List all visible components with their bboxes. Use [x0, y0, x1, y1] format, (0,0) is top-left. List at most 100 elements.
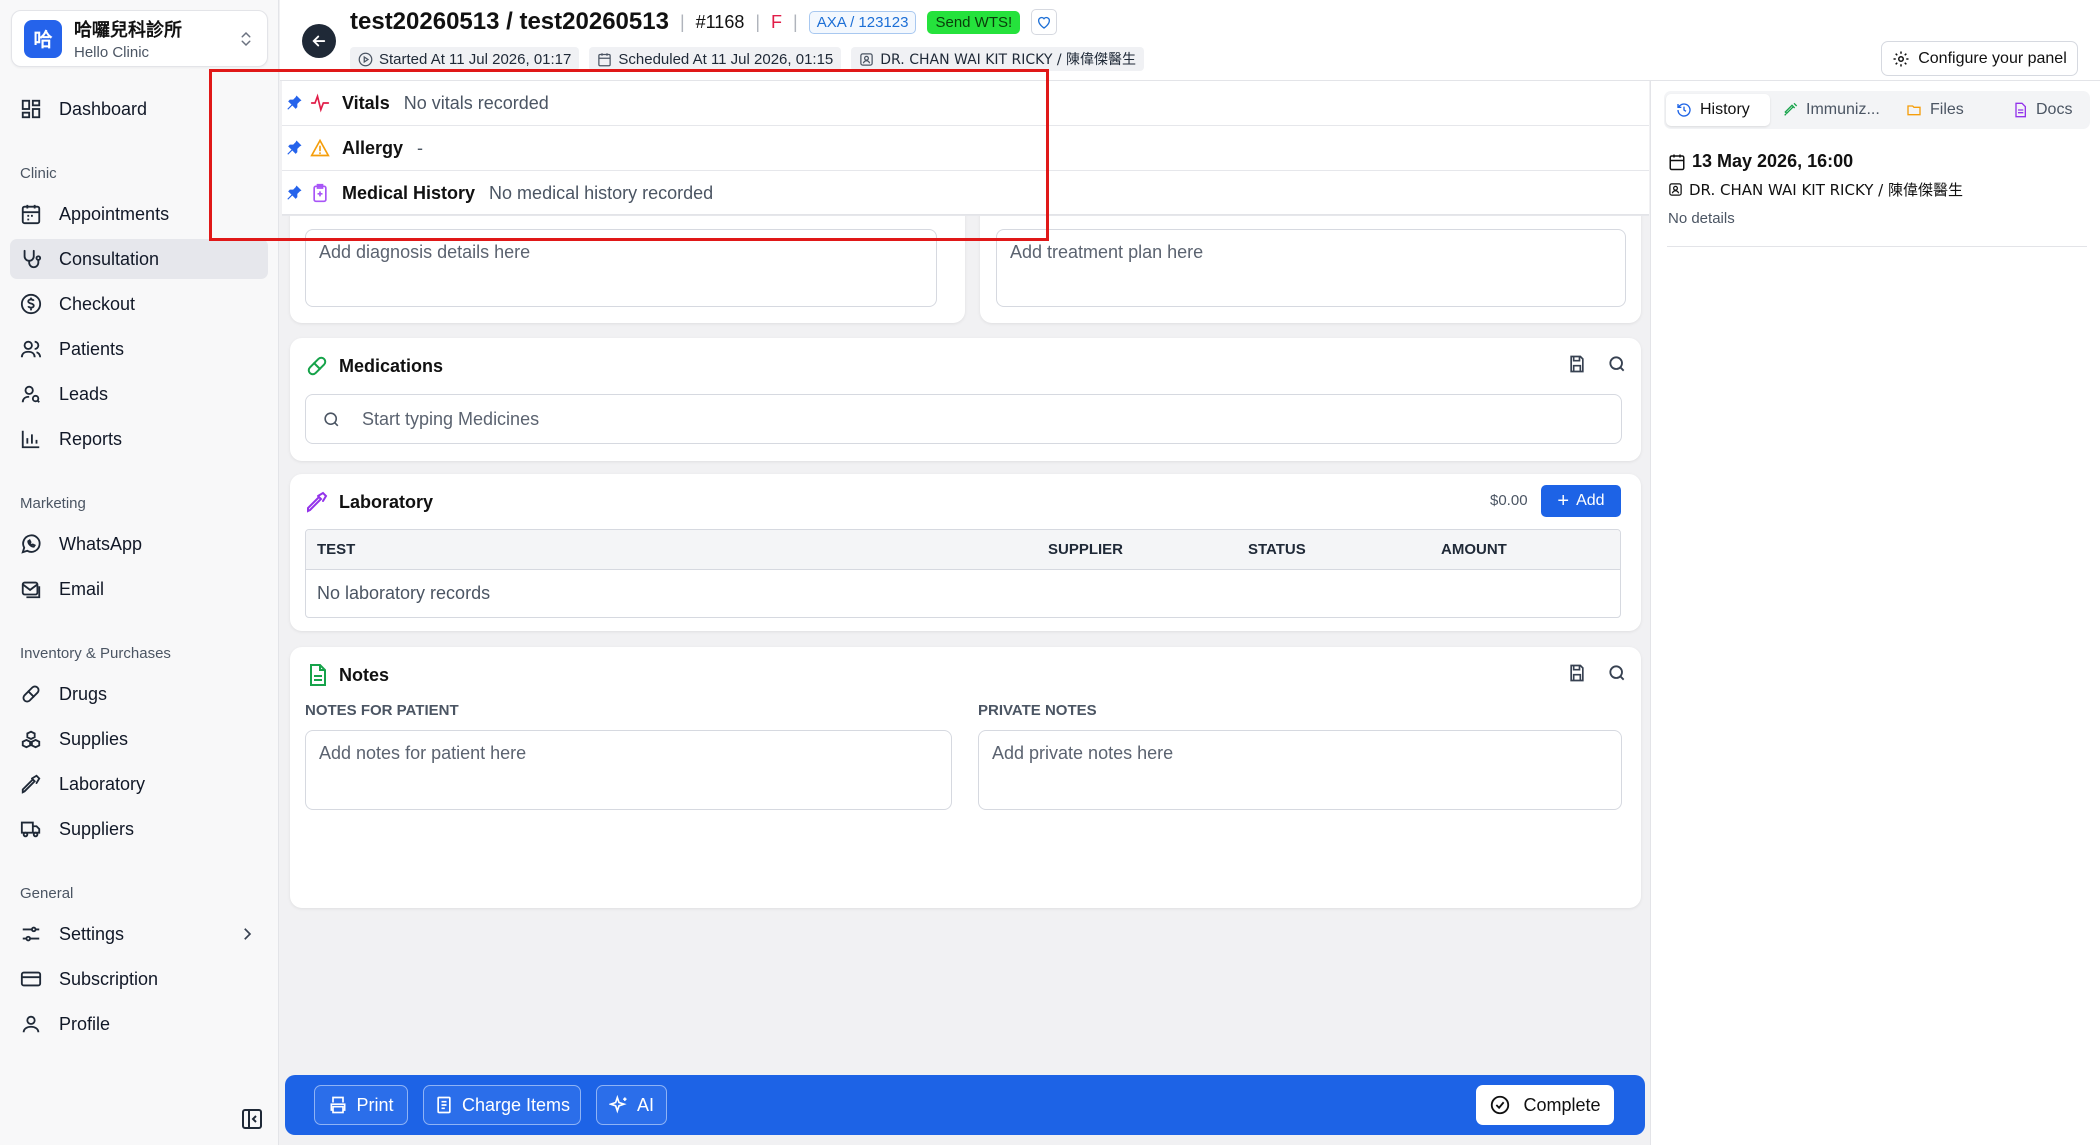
allergy-value: -: [417, 137, 424, 158]
bottom-action-bar: Print Charge Items AI Complete: [285, 1075, 1645, 1135]
treatment-input[interactable]: Add treatment plan here: [996, 229, 1626, 307]
pill-icon: [22, 685, 40, 703]
sidebar: 哈 哈囉兒科診所 Hello Clinic Dashboard Clinic A…: [0, 0, 279, 1145]
complete-label: Complete: [1523, 1094, 1601, 1115]
charge-items-button[interactable]: Charge Items: [423, 1085, 581, 1125]
sidebar-item-label: Supplies: [59, 728, 129, 749]
sidebar-item-patients[interactable]: Patients: [10, 329, 268, 369]
sidebar-item-supplies[interactable]: Supplies: [10, 719, 268, 759]
allergy-label: Allergy: [342, 137, 404, 158]
doctor-badge-icon: [1669, 183, 1682, 196]
save-icon[interactable]: [1567, 663, 1587, 683]
sidebar-item-label: Reports: [59, 428, 123, 449]
pinned-vitals-row[interactable]: Vitals No vitals recorded: [282, 81, 1649, 126]
sidebar-item-email[interactable]: Email: [10, 569, 268, 609]
sidebar-item-label: Profile: [59, 1013, 111, 1034]
sparkles-icon: [608, 1095, 627, 1114]
sidebar-item-label: Subscription: [59, 968, 159, 989]
laboratory-title: Laboratory: [339, 491, 434, 512]
insurance-badge[interactable]: AXA / 123123: [808, 10, 917, 34]
send-wts-button[interactable]: Send WTS!: [927, 10, 1021, 34]
favorite-button[interactable]: [1031, 9, 1058, 35]
doctor-badge-icon: [860, 52, 874, 66]
clinic-switcher[interactable]: 哈 哈囉兒科診所 Hello Clinic: [11, 10, 268, 67]
tab-immunizations[interactable]: Immuniz...: [1772, 94, 1890, 126]
laboratory-empty-message: No laboratory records: [317, 583, 491, 603]
user-icon: [22, 1015, 40, 1033]
consultation-header: test20260513 / test20260513 | #1168 | F …: [280, 0, 2100, 81]
search-icon[interactable]: [1607, 663, 1627, 683]
medicine-search-input[interactable]: Start typing Medicines: [305, 394, 1622, 444]
notes-for-patient-input[interactable]: Add notes for patient here: [305, 730, 952, 810]
gear-icon: [1893, 51, 1909, 66]
sidebar-collapse-icon[interactable]: [240, 1107, 264, 1131]
diagnosis-input[interactable]: Add diagnosis details here: [305, 229, 937, 307]
pin-icon[interactable]: [284, 138, 304, 158]
tab-label: History: [1700, 101, 1750, 118]
history-entry[interactable]: 13 May 2026, 16:00 DR. CHAN WAI KIT RICK…: [1668, 151, 2088, 227]
private-notes-input[interactable]: Add private notes here: [978, 730, 1622, 810]
notes-for-patient-label: NOTES FOR PATIENT: [305, 702, 459, 719]
chevron-right-icon: [244, 928, 252, 940]
printer-icon: [330, 1096, 346, 1114]
sidebar-item-subscription[interactable]: Subscription: [10, 959, 268, 999]
back-button[interactable]: [302, 24, 336, 58]
laboratory-table-header: TEST SUPPLIER STATUS AMOUNT: [306, 530, 1620, 570]
sidebar-item-suppliers[interactable]: Suppliers: [10, 809, 268, 849]
chevrons-up-down-icon: [241, 31, 251, 46]
dollar-circle-icon: [20, 293, 42, 315]
scheduled-at-text: Scheduled At 11 Jul 2026, 01:15: [618, 50, 834, 68]
sidebar-item-laboratory[interactable]: Laboratory: [10, 764, 268, 804]
clinic-name: 哈囉兒科診所: [74, 20, 182, 41]
sidebar-item-dashboard[interactable]: Dashboard: [10, 89, 268, 129]
sidebar-item-label: Leads: [59, 383, 109, 404]
sidebar-item-checkout[interactable]: Checkout: [10, 284, 268, 324]
sidebar-item-label: Email: [59, 578, 105, 599]
laboratory-total: $0.00: [1490, 492, 1528, 509]
clipboard-plus-icon: [313, 183, 327, 203]
patient-title[interactable]: test20260513 / test20260513: [350, 8, 669, 36]
configure-panel-button[interactable]: Configure your panel: [1881, 41, 2078, 76]
sidebar-item-label: Drugs: [59, 683, 108, 704]
column-status: STATUS: [1248, 541, 1306, 558]
sidebar-item-leads[interactable]: Leads: [10, 374, 268, 414]
boxes-icon: [21, 730, 41, 749]
sidebar-item-consultation[interactable]: Consultation: [10, 239, 268, 279]
pinned-allergy-row[interactable]: Allergy -: [282, 126, 1649, 171]
dashboard-icon: [21, 99, 41, 119]
column-supplier: SUPPLIER: [1048, 541, 1124, 558]
sidebar-item-label: Patients: [59, 338, 125, 359]
whatsapp-icon: [21, 534, 41, 554]
complete-button[interactable]: Complete: [1476, 1085, 1614, 1125]
tab-docs[interactable]: Docs: [2002, 94, 2082, 126]
save-icon[interactable]: [1567, 354, 1587, 374]
tab-history[interactable]: History: [1666, 94, 1770, 126]
private-notes-label: PRIVATE NOTES: [978, 702, 1097, 719]
pin-icon[interactable]: [284, 183, 304, 203]
medicine-search-placeholder: Start typing Medicines: [362, 408, 540, 429]
sidebar-item-drugs[interactable]: Drugs: [10, 674, 268, 714]
sidebar-item-whatsapp[interactable]: WhatsApp: [10, 524, 268, 564]
pin-icon[interactable]: [284, 93, 304, 113]
vitals-value: No vitals recorded: [403, 92, 549, 113]
pinned-medical-history-row[interactable]: Medical History No medical history recor…: [282, 171, 1649, 216]
add-laboratory-button[interactable]: + Add: [1541, 485, 1621, 517]
sliders-icon: [22, 926, 40, 942]
sidebar-item-settings[interactable]: Settings: [10, 914, 268, 954]
column-test: TEST: [317, 541, 356, 558]
clinic-logo: 哈: [24, 19, 62, 58]
right-side-panel: History Immuniz... Files Docs 13 May 202…: [1650, 81, 2100, 1145]
print-button[interactable]: Print: [314, 1085, 408, 1125]
tab-files[interactable]: Files: [1896, 94, 1974, 126]
sidebar-item-appointments[interactable]: Appointments: [10, 194, 268, 234]
search-icon[interactable]: [1607, 354, 1627, 374]
sidebar-item-profile[interactable]: Profile: [10, 1004, 268, 1044]
sidebar-item-reports[interactable]: Reports: [10, 419, 268, 459]
history-entry-details: No details: [1668, 210, 1735, 227]
tab-label: Docs: [2036, 101, 2073, 118]
ai-button[interactable]: AI: [596, 1085, 667, 1125]
arrow-left-icon: [312, 35, 326, 47]
charge-items-label: Charge Items: [461, 1094, 571, 1115]
nav-section-clinic: Clinic: [20, 165, 57, 182]
started-at-text: Started At 11 Jul 2026, 01:17: [379, 50, 572, 68]
